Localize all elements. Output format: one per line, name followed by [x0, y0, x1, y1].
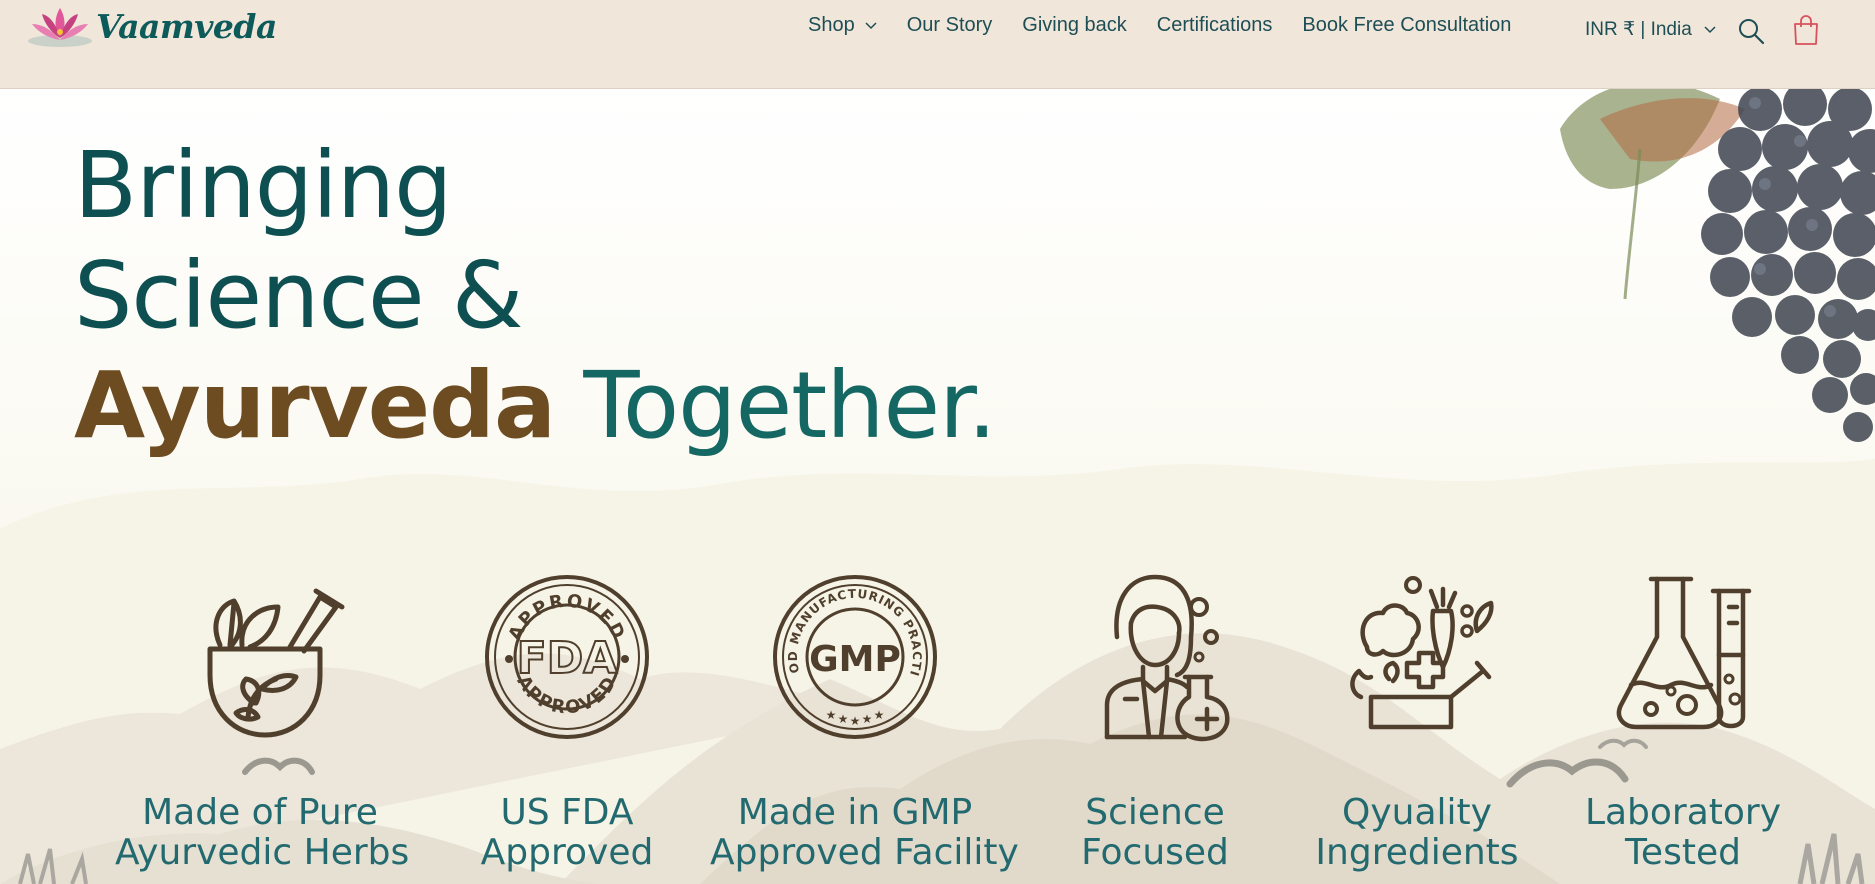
headline-line-1: Bringing: [74, 132, 452, 239]
chevron-down-icon: [865, 21, 877, 29]
feature-label: Ayurvedic Herbs: [115, 832, 410, 873]
nav-shop-label: Shop: [808, 14, 855, 36]
site-header: Vaamveda Shop Our Story Giving back Cert…: [0, 0, 1875, 89]
svg-text:★: ★: [826, 708, 837, 722]
nav-shop[interactable]: Shop: [808, 14, 877, 37]
feature-label: Qyuality: [1342, 792, 1492, 833]
gmp-seal-text: GMP: [809, 639, 901, 680]
nav-certifications[interactable]: Certifications: [1157, 14, 1273, 37]
feature-label: Ingredients: [1315, 832, 1519, 873]
hero-section: Bringing Science & Ayurveda Together. Ma…: [0, 89, 1875, 884]
headline-line-2: Science &: [74, 242, 524, 349]
svg-text:★: ★: [874, 708, 885, 722]
headline-accent: Ayurveda: [74, 352, 556, 459]
feature-item: APPROVED APPROVED FDA US FDA Approved: [422, 567, 712, 873]
lotus-logo-icon: [28, 8, 92, 47]
nav-giving-back-label: Giving back: [1022, 14, 1127, 36]
feature-item: Qyuality Ingredients: [1272, 567, 1562, 873]
mortar-herbs-icon: [207, 588, 345, 738]
currency-label: INR ₹ | India: [1585, 19, 1692, 40]
feature-label: Laboratory: [1584, 792, 1782, 833]
search-button[interactable]: [1737, 17, 1765, 45]
currency-selector[interactable]: INR ₹ | India: [1585, 18, 1716, 41]
cart-icon: [1794, 15, 1818, 45]
feature-label: Approved: [480, 832, 654, 873]
svg-text:★: ★: [850, 714, 861, 728]
scientist-icon: [1104, 574, 1230, 742]
svg-text:★: ★: [862, 712, 873, 726]
feature-label: Made in GMP: [737, 792, 973, 833]
feature-item: Made of Pure Ayurvedic Herbs: [115, 567, 410, 873]
lab-flask-icon: [1616, 576, 1752, 730]
feature-item: GOOD MANUFACTURING PRACTICE GMP ★★★★★ Ma…: [710, 567, 1019, 873]
nav-our-story[interactable]: Our Story: [907, 14, 993, 37]
gmp-seal-icon: GOOD MANUFACTURING PRACTICE GMP ★★★★★: [765, 567, 937, 739]
feature-label: Science: [1085, 792, 1225, 833]
feature-label: Approved Facility: [710, 832, 1019, 873]
nav-book-consultation-label: Book Free Consultation: [1302, 14, 1512, 36]
feature-label: Tested: [1625, 832, 1741, 873]
hero-headline: Bringing Science & Ayurveda Together.: [74, 131, 997, 461]
main-nav: Shop Our Story Giving back Certification…: [808, 14, 1541, 37]
feature-list: Made of Pure Ayurvedic Herbs APPROVED AP…: [0, 567, 1875, 884]
nav-certifications-label: Certifications: [1156, 14, 1273, 36]
feature-label: Made of Pure: [142, 792, 378, 833]
feature-item: Laboratory Tested: [1538, 567, 1828, 873]
nav-book-consultation[interactable]: Book Free Consultation: [1302, 14, 1511, 37]
chevron-down-icon: [1704, 25, 1716, 33]
nav-our-story-label: Our Story: [906, 14, 993, 36]
svg-text:★: ★: [838, 712, 849, 726]
ingredients-icon: [1350, 576, 1494, 730]
logo-link[interactable]: Vaamveda: [26, 2, 277, 50]
feature-label: Focused: [1081, 832, 1229, 873]
feature-label: US FDA: [500, 792, 634, 833]
logo-text: Vaamveda: [96, 6, 277, 46]
fda-approved-seal-icon: APPROVED APPROVED FDA: [485, 575, 649, 739]
headline-line-3: Ayurveda Together.: [74, 351, 997, 461]
feature-item: Science Focused: [1010, 567, 1300, 873]
headline-tail: Together.: [555, 352, 996, 459]
cart-button[interactable]: [1792, 14, 1820, 46]
nav-giving-back[interactable]: Giving back: [1022, 14, 1127, 37]
fda-seal-text: FDA: [517, 633, 618, 684]
search-icon: [1739, 19, 1765, 45]
